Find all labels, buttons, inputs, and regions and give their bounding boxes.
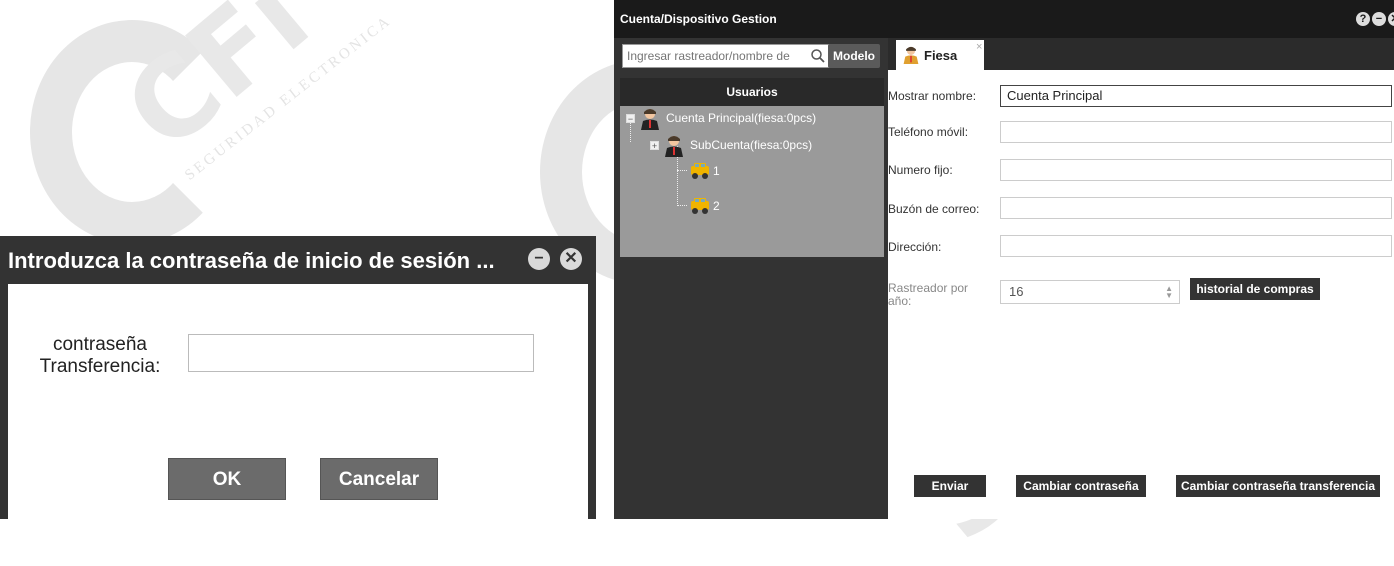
tab-label: Fiesa	[924, 48, 958, 63]
window-titlebar: Cuenta/Dispositivo Gestion ? − ✕	[614, 0, 1394, 38]
tree-expand-toggle[interactable]: +	[650, 141, 659, 151]
send-button[interactable]: Enviar	[914, 475, 986, 497]
mobile-phone-field[interactable]	[1000, 121, 1392, 143]
tab-fiesa[interactable]: Fiesa ×	[896, 38, 984, 70]
transfer-password-input[interactable]	[188, 334, 534, 372]
mobile-phone-label: Teléfono móvil:	[888, 125, 969, 139]
tree-connector	[677, 205, 687, 206]
tree-connector	[630, 122, 631, 142]
trackers-value: 16	[1009, 284, 1024, 299]
dialog-body: contraseña Transferencia: OK Cancelar	[8, 284, 588, 519]
trackers-per-year-label: Rastreador por año:	[888, 282, 968, 308]
purchase-history-button[interactable]: historial de compras	[1190, 278, 1320, 300]
car-icon	[691, 198, 709, 214]
tree-item-subaccount[interactable]: SubCuenta(fiesa:0pcs)	[690, 134, 812, 156]
address-label: Dirección:	[888, 240, 942, 254]
tree-item-device[interactable]: 1	[713, 160, 720, 182]
trackers-label-line-2: año:	[888, 294, 912, 308]
user-tree: − Cuenta Principal(fiesa:0pcs) + SubCuen…	[620, 106, 884, 257]
tree-item-main-account[interactable]: Cuenta Principal(fiesa:0pcs)	[666, 107, 816, 129]
tree-connector	[677, 170, 687, 171]
tree-item-device[interactable]: 2	[713, 195, 720, 217]
tab-strip: Fiesa ×	[888, 38, 1394, 70]
close-circle-icon[interactable]: ✕	[1388, 12, 1394, 26]
ok-button[interactable]: OK	[168, 458, 286, 500]
question-icon[interactable]: ?	[1356, 12, 1370, 26]
landline-label: Numero fijo:	[888, 163, 953, 177]
display-name-field[interactable]: Cuenta Principal	[1000, 85, 1392, 107]
tree-collapse-toggle[interactable]: −	[626, 114, 635, 124]
change-password-button[interactable]: Cambiar contraseña	[1016, 475, 1146, 497]
tracker-search-input[interactable]	[627, 48, 807, 64]
trackers-per-year-stepper[interactable]: 16 ▲ ▼	[1000, 280, 1180, 304]
search-box	[622, 44, 830, 68]
watermark-letters: CFi	[101, 0, 333, 176]
close-icon[interactable]: ×	[976, 41, 982, 53]
transfer-password-dialog: Introduzca la contraseña de inicio de se…	[0, 236, 596, 519]
stepper-arrows-icon[interactable]: ▲ ▼	[1165, 285, 1173, 300]
right-panel: Fiesa × Mostrar nombre: Cuenta Principal…	[888, 38, 1394, 519]
user-icon	[665, 136, 683, 157]
user-icon	[903, 46, 919, 64]
cancel-button[interactable]: Cancelar	[320, 458, 438, 500]
address-field[interactable]	[1000, 235, 1392, 257]
minus-circle-icon[interactable]: −	[1372, 12, 1386, 26]
model-button[interactable]: Modelo	[828, 44, 880, 68]
label-line-1: contraseña	[52, 334, 147, 355]
user-icon	[641, 109, 659, 130]
minus-circle-icon[interactable]: −	[528, 248, 550, 270]
landline-field[interactable]	[1000, 159, 1392, 181]
transfer-password-label: contraseña Transferencia:	[20, 334, 180, 378]
car-icon	[691, 163, 709, 179]
display-name-label: Mostrar nombre:	[888, 89, 977, 103]
dialog-title: Introduzca la contraseña de inicio de se…	[8, 248, 495, 273]
window-title: Cuenta/Dispositivo Gestion	[620, 12, 777, 26]
close-circle-icon[interactable]: ✕	[560, 248, 582, 270]
watermark-ring	[30, 20, 234, 244]
email-label: Buzón de correo:	[888, 202, 980, 216]
label-line-2: Transferencia:	[39, 356, 161, 377]
watermark-text: SEGURIDAD ELECTRONICA	[182, 12, 395, 184]
search-icon[interactable]	[810, 48, 826, 64]
left-panel: Modelo Usuarios − Cuenta Principal(fiesa…	[614, 38, 886, 519]
account-device-window: Cuenta/Dispositivo Gestion ? − ✕ Modelo …	[614, 0, 1394, 519]
users-header: Usuarios	[620, 78, 884, 106]
email-field[interactable]	[1000, 197, 1392, 219]
change-transfer-password-button[interactable]: Cambiar contraseña transferencia	[1176, 475, 1380, 497]
